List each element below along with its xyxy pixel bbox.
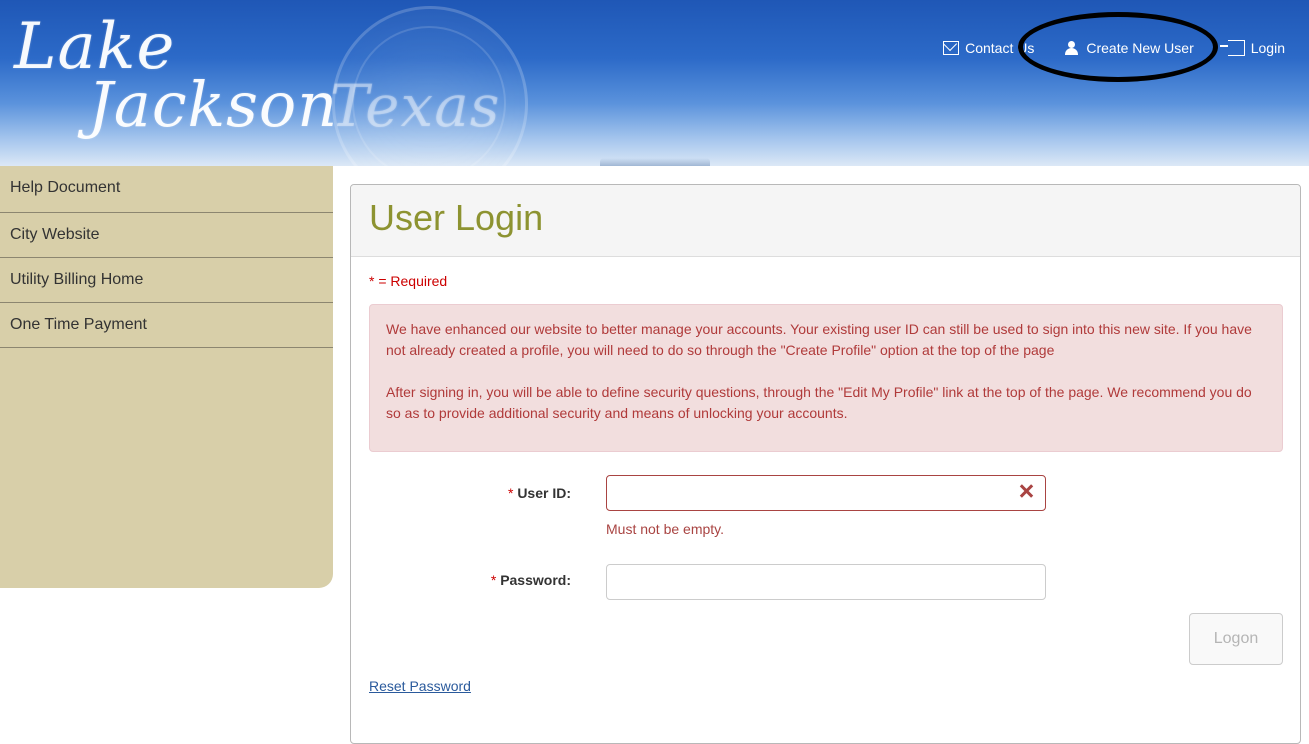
required-note: * = Required <box>369 273 448 289</box>
contact-us-link[interactable]: Contact Us <box>943 40 1034 56</box>
sidebar-item-city-website[interactable]: City Website <box>0 213 333 258</box>
create-new-user-label: Create New User <box>1086 40 1194 56</box>
page-title: User Login <box>369 197 544 238</box>
logo-texas: Texas <box>330 72 501 140</box>
info-alert: We have enhanced our website to better m… <box>369 304 1283 452</box>
create-new-user-link[interactable]: Create New User <box>1064 40 1194 56</box>
reset-password-link[interactable]: Reset Password <box>369 678 471 694</box>
sidebar: Help Document City Website Utility Billi… <box>0 166 333 588</box>
clear-icon[interactable] <box>1019 484 1033 498</box>
sidebar-item-utility-billing-home[interactable]: Utility Billing Home <box>0 258 333 303</box>
required-marker: * <box>507 485 514 501</box>
top-nav: Contact Us Create New User Login <box>943 36 1285 60</box>
site-header: Lake Jackson Texas Contact Us Create New… <box>0 0 1309 166</box>
contact-us-label: Contact Us <box>965 40 1035 56</box>
required-marker: * <box>490 572 497 588</box>
logo-jackson: Jackson <box>88 68 339 141</box>
login-link[interactable]: Login <box>1219 40 1285 56</box>
user-id-error: Must not be empty. <box>606 521 725 537</box>
login-label: Login <box>1250 40 1285 56</box>
sidebar-item-one-time-payment[interactable]: One Time Payment <box>0 303 333 348</box>
sidebar-item-help-document[interactable]: Help Document <box>0 166 333 213</box>
envelope-icon <box>943 41 960 55</box>
logon-button[interactable]: Logon <box>1189 613 1283 665</box>
login-icon <box>1219 40 1245 56</box>
alert-paragraph-2: After signing in, you will be able to de… <box>386 384 1252 421</box>
alert-paragraph-1: We have enhanced our website to better m… <box>386 321 1252 358</box>
user-id-label-text: User ID: <box>517 485 571 501</box>
password-label-text: Password: <box>500 572 571 588</box>
password-input[interactable] <box>606 564 1046 600</box>
password-label: * Password: <box>371 572 571 588</box>
user-icon <box>1064 41 1080 55</box>
user-id-input[interactable] <box>606 475 1046 511</box>
login-panel: User Login * = Required We have enhanced… <box>350 184 1301 744</box>
skyline-graphic <box>600 158 710 166</box>
user-id-label: * User ID: <box>371 485 571 501</box>
